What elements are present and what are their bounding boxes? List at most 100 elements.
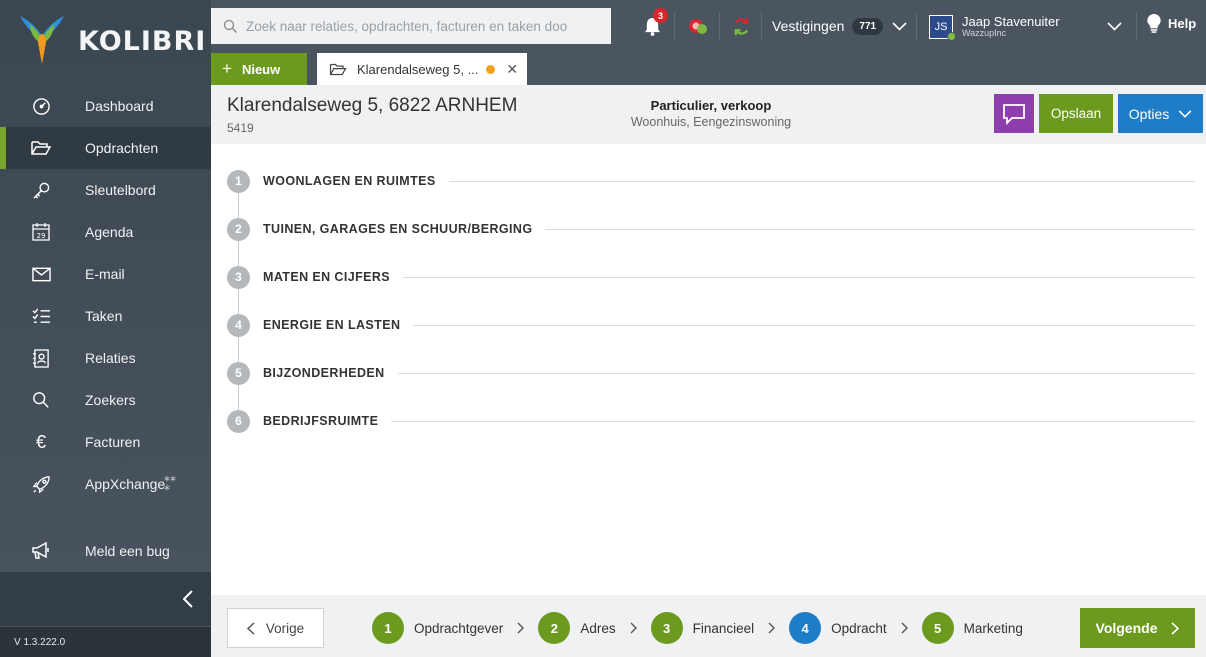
- divider: [916, 12, 917, 40]
- vestigingen-dropdown[interactable]: Vestigingen 771: [772, 14, 907, 38]
- nav-item-email[interactable]: E-mail: [0, 253, 211, 295]
- nav-label: AppXchange: [85, 476, 166, 492]
- section-bijzonderheden[interactable]: 5 BIJZONDERHEDEN: [227, 361, 1195, 385]
- search-input[interactable]: [246, 18, 606, 34]
- nav-item-report-bug[interactable]: Meld een bug: [0, 530, 211, 572]
- euro-icon: €: [35, 431, 46, 452]
- wizard-footer: Vorige 1 Opdrachtgever 2 Adres 3 Financi…: [211, 595, 1206, 657]
- nav-item-opdrachten[interactable]: Opdrachten: [0, 127, 211, 169]
- nav-item-facturen[interactable]: € Facturen: [0, 421, 211, 463]
- new-button[interactable]: + Nieuw: [211, 53, 307, 85]
- notifications-button[interactable]: 3: [639, 8, 668, 39]
- nav-item-dashboard[interactable]: Dashboard: [0, 85, 211, 127]
- chevron-right-icon: [901, 622, 908, 634]
- top-bar: 3 Vestigingen 771 JS Jaap Stavenuiter Wa…: [211, 0, 1206, 52]
- section-label: TUINEN, GARAGES EN SCHUUR/BERGING: [263, 222, 533, 236]
- divider: [1136, 12, 1137, 40]
- vestigingen-label: Vestigingen: [772, 18, 845, 34]
- section-maten[interactable]: 3 MATEN EN CIJFERS: [227, 265, 1195, 289]
- app-version: V 1.3.222.0: [0, 627, 211, 657]
- chevron-right-icon: [630, 622, 637, 634]
- wizard-step-marketing[interactable]: 5 Marketing: [921, 612, 1023, 644]
- step-number: 4: [789, 612, 822, 644]
- kolibri-logo[interactable]: KOLIBRI: [18, 14, 206, 68]
- lightbulb-icon: [1147, 14, 1161, 33]
- record-subtype: Woonhuis, Eengezinswoning: [630, 115, 792, 129]
- section-tuinen[interactable]: 2 TUINEN, GARAGES EN SCHUUR/BERGING: [227, 217, 1195, 241]
- wizard-step-opdrachtgever[interactable]: 1 Opdrachtgever: [372, 612, 503, 644]
- step-label: Opdracht: [831, 620, 887, 636]
- tab-open-record[interactable]: Klarendalseweg 5, ... ✕: [317, 53, 527, 85]
- wizard-step-adres[interactable]: 2 Adres: [538, 612, 616, 644]
- options-button[interactable]: Opties: [1118, 94, 1203, 133]
- comments-button[interactable]: [994, 94, 1034, 133]
- record-type-block: Particulier, verkoop Woonhuis, Eengezins…: [571, 98, 851, 129]
- plus-icon: +: [222, 59, 232, 78]
- previous-button-label: Vorige: [265, 620, 305, 636]
- save-button[interactable]: Opslaan: [1039, 94, 1113, 133]
- wizard-step-financieel[interactable]: 3 Financieel: [650, 612, 754, 644]
- main-nav: Dashboard Opdrachten Sleutelbord 29 Agen…: [0, 85, 211, 505]
- megaphone-icon: [31, 541, 51, 561]
- status-button[interactable]: [685, 13, 711, 39]
- sync-arrows-icon: [734, 17, 748, 35]
- speech-bubble-icon: [1003, 103, 1025, 125]
- section-woonlagen[interactable]: 1 WOONLAGEN EN RUIMTES: [227, 169, 1195, 193]
- avatar: JS: [929, 15, 956, 41]
- nav-item-appxchange[interactable]: AppXchange ⁎⁎ ⁎: [0, 463, 211, 505]
- section-bedrijfsruimte[interactable]: 6 BEDRIJFSRUIMTE: [227, 409, 1195, 433]
- options-button-label: Opties: [1128, 105, 1170, 122]
- next-button[interactable]: Volgende: [1080, 608, 1195, 648]
- nav-label: Meld een bug: [85, 543, 170, 559]
- collapse-sidebar-button[interactable]: [0, 572, 211, 626]
- chevron-right-icon: [768, 622, 776, 634]
- tab-label: Klarendalseweg 5, ...: [357, 61, 479, 77]
- nav-label: Sleutelbord: [85, 182, 156, 198]
- user-menu[interactable]: JS Jaap Stavenuiter WazzupInc: [929, 12, 1122, 42]
- close-tab-icon[interactable]: ✕: [506, 61, 518, 78]
- avatar-initials: JS: [934, 21, 948, 33]
- record-id: 5419: [227, 121, 254, 135]
- checklist-icon: [31, 306, 51, 326]
- unsaved-indicator-dot: [486, 64, 496, 74]
- chevron-down-icon: [892, 21, 907, 31]
- nav-item-agenda[interactable]: 29 Agenda: [0, 211, 211, 253]
- step-number: 3: [650, 612, 683, 644]
- divider: [719, 12, 720, 40]
- sparkle-icon: ⁎⁎ ⁎: [164, 470, 176, 493]
- section-energie[interactable]: 4 ENERGIE EN LASTEN: [227, 313, 1195, 337]
- user-company: WazzupInc: [962, 28, 1007, 39]
- previous-button[interactable]: Vorige: [227, 608, 324, 648]
- chevron-right-icon: [517, 622, 525, 634]
- step-label: Adres: [580, 620, 616, 636]
- nav-label: Opdrachten: [85, 140, 159, 156]
- wizard-step-opdracht[interactable]: 4 Opdracht: [789, 612, 887, 644]
- nav-label: E-mail: [85, 266, 125, 282]
- rocket-icon: [31, 474, 51, 494]
- divider: [761, 12, 762, 40]
- nav-label: Facturen: [85, 434, 141, 450]
- chevron-left-icon: [183, 590, 193, 608]
- search-icon: [31, 390, 51, 410]
- sync-button[interactable]: [728, 13, 754, 39]
- nav-item-relaties[interactable]: Relaties: [0, 337, 211, 379]
- key-icon: [31, 180, 51, 200]
- section-divider: [448, 180, 1195, 182]
- section-label: ENERGIE EN LASTEN: [263, 318, 401, 332]
- step-label: Opdrachtgever: [414, 620, 504, 636]
- tab-bar: + Nieuw Klarendalseweg 5, ... ✕: [211, 52, 1206, 85]
- section-list: 1 WOONLAGEN EN RUIMTES 2 TUINEN, GARAGES…: [211, 144, 1206, 595]
- section-number: 5: [227, 361, 250, 385]
- divider: [674, 12, 675, 40]
- nav-item-taken[interactable]: Taken: [0, 295, 211, 337]
- section-label: MATEN EN CIJFERS: [263, 270, 391, 284]
- help-button[interactable]: Help: [1147, 14, 1196, 33]
- nav-item-zoekers[interactable]: Zoekers: [0, 379, 211, 421]
- step-label: Marketing: [963, 620, 1023, 636]
- nav-item-sleutelbord[interactable]: Sleutelbord: [0, 169, 211, 211]
- status-globe-icon: [689, 19, 707, 34]
- global-search[interactable]: [211, 8, 611, 44]
- help-label: Help: [1168, 16, 1197, 31]
- section-divider: [397, 372, 1195, 374]
- user-name-block: Jaap Stavenuiter WazzupInc: [962, 14, 1060, 39]
